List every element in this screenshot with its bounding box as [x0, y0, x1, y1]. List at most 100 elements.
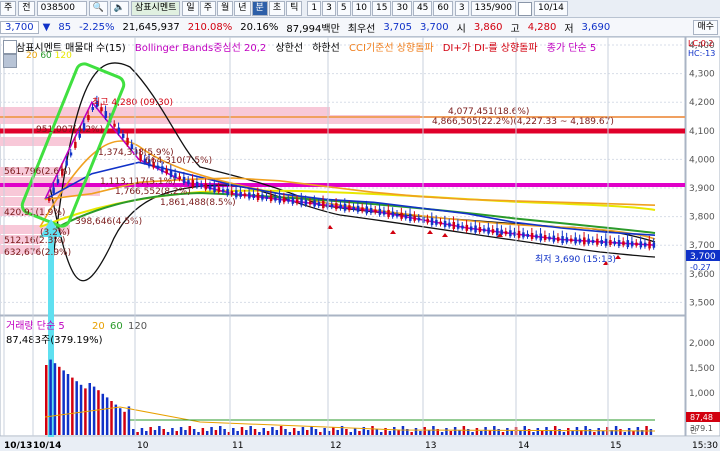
volume-bar [245, 430, 248, 435]
volume-bar [423, 427, 426, 435]
volume-bar [153, 430, 157, 435]
volume-bar [562, 432, 566, 435]
candle-body [448, 222, 451, 227]
candle-body [474, 225, 477, 233]
candle-body [400, 212, 403, 219]
interval-button-60[interactable]: 60 [433, 1, 453, 16]
candle-body [343, 203, 347, 211]
market-toggle[interactable]: 주 [0, 1, 17, 16]
period-tab-6[interactable]: 틱 [286, 1, 303, 16]
candle-body [317, 202, 321, 207]
candle-body [522, 232, 525, 238]
date-label: 11 [232, 441, 243, 451]
candle-body [213, 185, 216, 193]
volume-bar [201, 428, 205, 435]
legend-cci[interactable]: CCI기준선 상향돌파 [349, 43, 434, 54]
volume-bar [97, 390, 100, 435]
high-label: 고 [510, 23, 520, 35]
candle-body [230, 190, 234, 195]
legend-upper[interactable]: 상한선 [275, 43, 303, 54]
chart-area[interactable]: 최고 4,280 (09:30) 최저 3,690 (15:18) 4,077,… [0, 36, 720, 451]
period-tab-0[interactable]: 일 [182, 1, 199, 16]
price-tick: 4,200 [689, 98, 715, 108]
profile-label: 1,861,488(8.5%) [160, 198, 236, 208]
volume-bar [266, 431, 270, 435]
profile-label: 398,646(4.5%) [75, 217, 142, 227]
speaker-icon[interactable]: 🔈 [109, 1, 129, 16]
price-change: 85 [58, 21, 72, 33]
volume-bar [149, 427, 152, 435]
period-tab-2[interactable]: 월 [216, 1, 234, 16]
buy-button[interactable]: 매수 [693, 19, 718, 35]
candle-body [478, 227, 482, 233]
interval-button-15[interactable]: 15 [372, 1, 392, 16]
volume-bar [323, 428, 326, 435]
legend-ma[interactable]: 종가 단순 5 [547, 43, 597, 54]
volume-bar [306, 430, 309, 435]
count-field[interactable]: 135/900 [470, 1, 516, 16]
profile-label: 951,007(4.2%) [36, 125, 103, 135]
interval-button-5[interactable]: 5 [336, 1, 351, 16]
interval-button-3[interactable]: 3 [322, 1, 336, 16]
volume-bar [71, 377, 74, 435]
search-icon[interactable]: 🔍 [88, 1, 108, 16]
candle-body [356, 205, 360, 212]
interval-select[interactable]: 3 [454, 1, 469, 16]
candle-body [187, 180, 190, 185]
volume-bar [188, 426, 192, 435]
chart-svg[interactable]: 최고 4,280 (09:30) 최저 3,690 (15:18) 4,077,… [0, 36, 720, 451]
volume-bar [336, 430, 339, 435]
volume-bar [314, 429, 318, 435]
chart-settings-icon[interactable] [3, 40, 17, 54]
legend-dmi[interactable]: DI+가 DI-를 상향돌파 [443, 43, 538, 54]
candle-body [339, 204, 342, 209]
interval-button-10[interactable]: 10 [351, 1, 372, 16]
volume-bar [79, 384, 83, 435]
price-tick: 3,700 [689, 241, 715, 251]
chart-legend: 삼표시멘트 매물대 수(15) Bollinger Bands중심선 20,2 … [16, 39, 602, 54]
period-tab-4[interactable]: 분 [251, 1, 268, 16]
candle-body [496, 228, 499, 236]
prev-button[interactable]: 전 [18, 1, 35, 16]
candle-body [304, 199, 308, 205]
period-tab-5[interactable]: 초 [268, 1, 286, 16]
candle-body [596, 238, 599, 245]
candle-body [313, 200, 316, 207]
candle-body [378, 208, 382, 215]
legend-bb[interactable]: Bollinger Bands중심선 20,2 [135, 43, 266, 54]
candle-body [165, 169, 168, 174]
date-field[interactable]: 10/14 [533, 1, 568, 16]
candle-body [182, 176, 186, 183]
volume-bar [123, 411, 126, 435]
interval-button-45[interactable]: 45 [412, 1, 433, 16]
candle-body [374, 209, 377, 213]
volume-bar [501, 432, 505, 435]
trade-amount: 87,994백만 [286, 23, 340, 35]
candle-body [500, 229, 503, 235]
volume-bar [145, 431, 148, 435]
volume-bar [366, 430, 370, 435]
volume-bar [458, 430, 461, 435]
checkbox[interactable] [517, 1, 532, 16]
profile-label: 4,077,451(18.6%) [448, 107, 529, 117]
candle-body [104, 111, 108, 119]
candle-body [509, 230, 512, 237]
candle-body [543, 235, 547, 241]
candle-body [309, 201, 312, 205]
volume-bar [114, 404, 118, 435]
legend-ma-60: 60 [40, 51, 52, 61]
stock-code-input[interactable]: 038500 [36, 1, 87, 16]
candle-body [191, 179, 195, 187]
interval-button-1[interactable]: 1 [307, 1, 322, 16]
legend-lower[interactable]: 하한선 [312, 43, 340, 54]
period-tab-1[interactable]: 주 [199, 1, 216, 16]
volume-ma-60: 60 [110, 321, 123, 332]
candle-body [65, 160, 68, 166]
grid-icon[interactable] [3, 54, 17, 68]
volume-bar [127, 406, 131, 435]
candle-body [535, 234, 538, 239]
interval-button-30[interactable]: 30 [392, 1, 412, 16]
volume-bar [236, 431, 239, 435]
period-tab-3[interactable]: 년 [234, 1, 251, 16]
candle-body [274, 196, 277, 201]
